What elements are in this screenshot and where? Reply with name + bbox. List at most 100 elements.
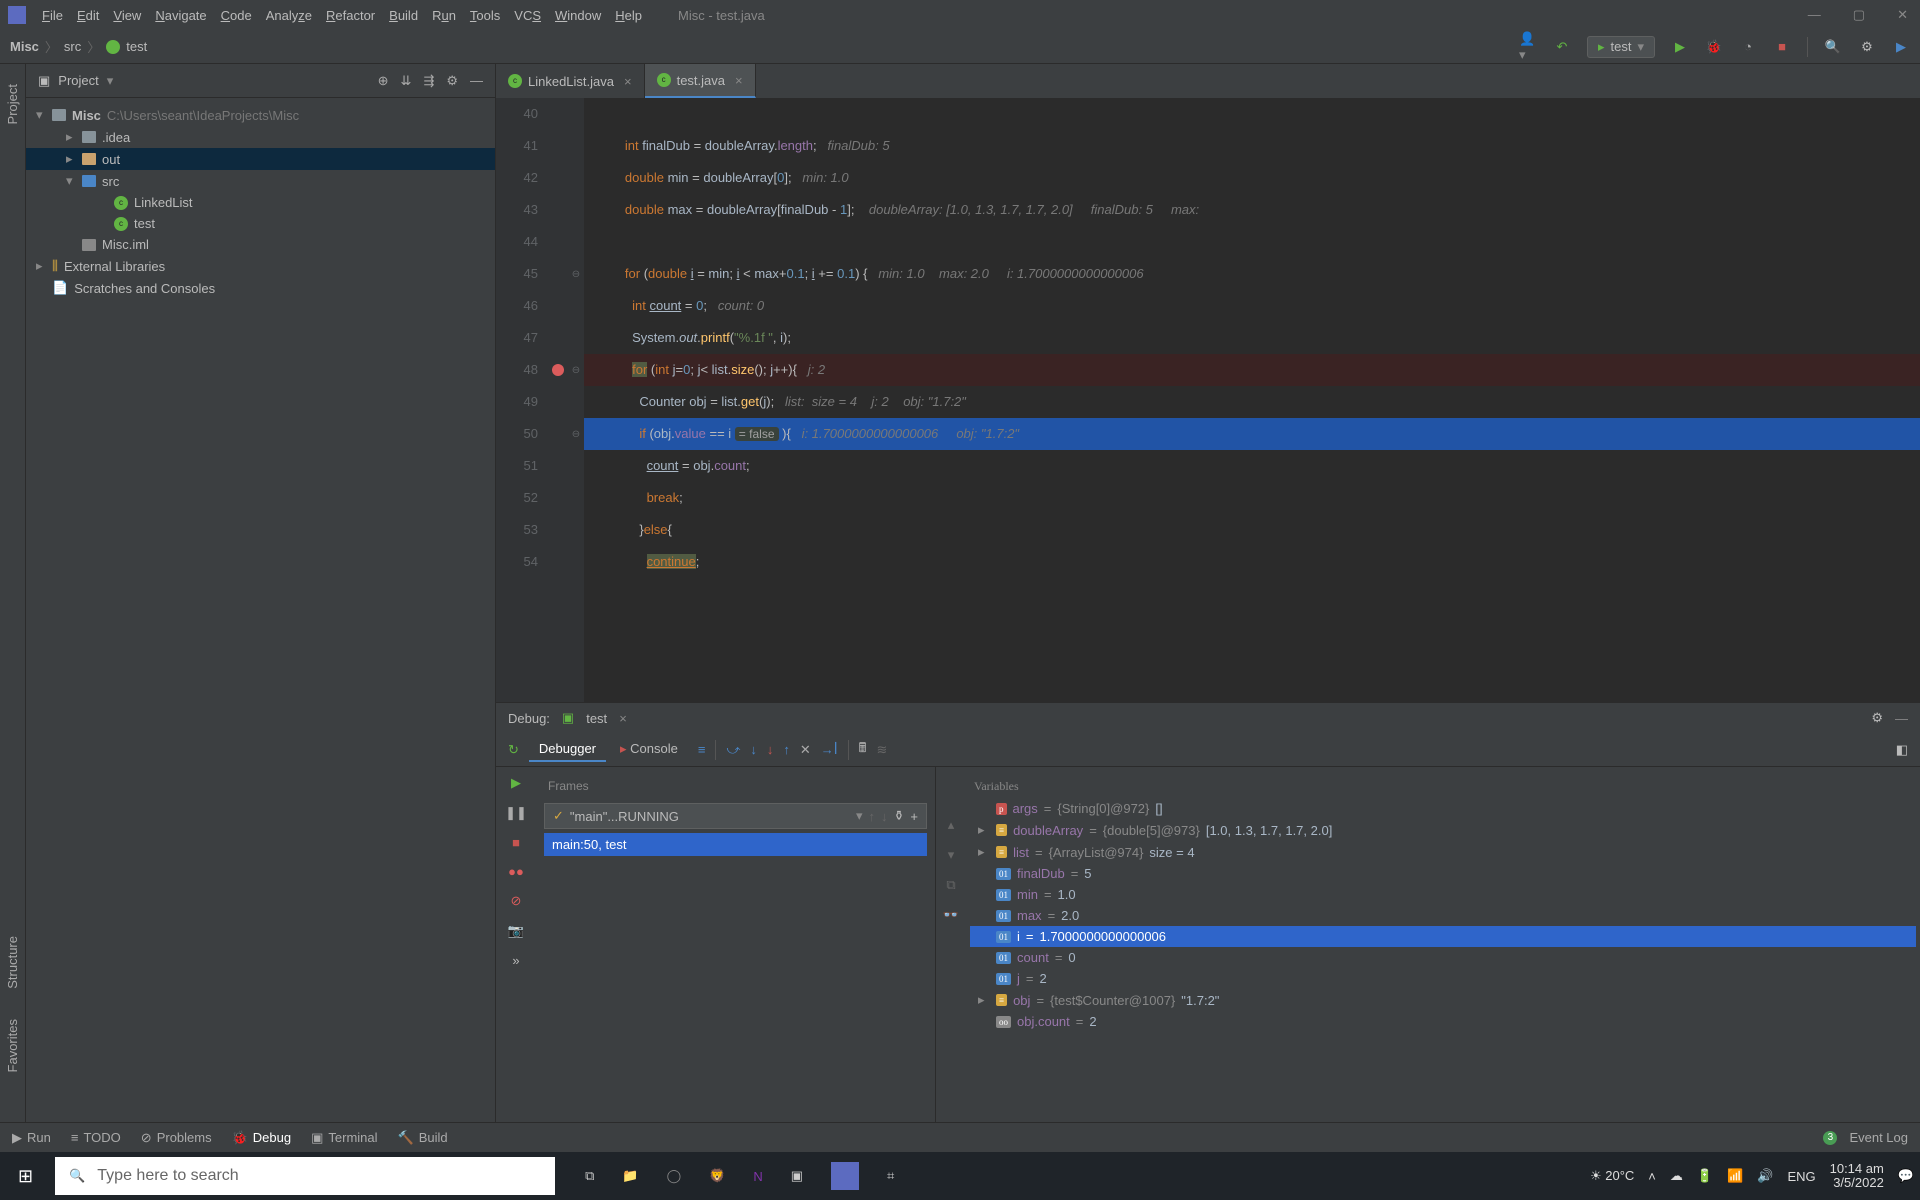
tree-ext-libs[interactable]: ▸⫼External Libraries — [26, 255, 495, 277]
debug-config-name[interactable]: test — [586, 711, 607, 726]
trace-icon[interactable]: ≋ — [876, 742, 887, 758]
close-button[interactable]: ✕ — [1893, 3, 1912, 27]
menu-analyze[interactable]: Analyze — [266, 8, 312, 23]
screenshot-icon[interactable]: 📷 — [508, 923, 524, 939]
var-objcount[interactable]: oo obj.count = 2 — [970, 1011, 1916, 1032]
explorer-icon[interactable]: 📁 — [622, 1168, 638, 1184]
menu-run[interactable]: Run — [432, 8, 456, 23]
intellij-icon[interactable] — [831, 1162, 859, 1190]
minimize-button[interactable]: — — [1804, 3, 1825, 27]
hide-icon[interactable]: — — [470, 73, 483, 89]
favorites-tool-tab[interactable]: Favorites — [5, 1019, 20, 1072]
volume-icon[interactable]: 🔊 — [1757, 1168, 1773, 1184]
var-doublearray[interactable]: ▸≡ doubleArray = {double[5]@973} [1.0, 1… — [970, 819, 1916, 841]
var-i[interactable]: 01 i = 1.7000000000000006 — [970, 926, 1916, 947]
line-gutter[interactable]: 404142434445464748495051525354 — [496, 98, 548, 702]
task-view-icon[interactable]: ⧉ — [585, 1168, 594, 1184]
tree-scratches[interactable]: 📄Scratches and Consoles — [26, 277, 495, 299]
brave-icon[interactable]: 🦁 — [709, 1168, 725, 1184]
breadcrumb-file[interactable]: test — [126, 39, 147, 54]
evaluate-icon[interactable]: 🖩 — [859, 739, 867, 761]
collapse-all-icon[interactable]: ⇶ — [423, 73, 434, 89]
filter-icon[interactable]: ⚱ — [894, 808, 905, 824]
menu-edit[interactable]: Edit — [77, 8, 99, 23]
tray-chevron-icon[interactable]: ˄ — [1648, 1169, 1656, 1184]
drop-frame-icon[interactable]: ✕ — [800, 742, 811, 758]
terminal-icon[interactable]: ▣ — [791, 1168, 803, 1184]
step-out-icon[interactable]: ↑ — [783, 742, 790, 757]
app-icon[interactable]: ⌗ — [887, 1168, 894, 1184]
var-obj[interactable]: ▸≡ obj = {test$Counter@1007} "1.7:2" — [970, 989, 1916, 1011]
more-icon[interactable]: » — [512, 953, 519, 968]
watch-icon[interactable]: 👓 — [943, 907, 959, 923]
todo-tool-tab[interactable]: ≡ TODO — [71, 1130, 121, 1145]
settings-icon[interactable]: ⚙ — [446, 73, 458, 89]
debug-settings-icon[interactable]: ⚙ — [1871, 710, 1883, 726]
copy-icon[interactable]: ⧉ — [946, 877, 955, 893]
debug-close-icon[interactable]: × — [619, 711, 627, 726]
dell-icon[interactable]: ◯ — [667, 1168, 682, 1184]
tree-root[interactable]: ▾ Misc C:\Users\seant\IdeaProjects\Misc — [26, 104, 495, 126]
start-button[interactable]: ⊞ — [6, 1166, 45, 1187]
event-log-tab[interactable]: Event Log — [1849, 1130, 1908, 1145]
run-config-selector[interactable]: ▸ test ▾ — [1587, 36, 1655, 58]
ide-features-icon[interactable]: ▶ — [1892, 38, 1910, 56]
menu-navigate[interactable]: Navigate — [155, 8, 206, 23]
select-opened-icon[interactable]: ⊕ — [378, 73, 389, 89]
tree-iml[interactable]: Misc.iml — [26, 234, 495, 255]
threads-icon[interactable]: ≡ — [698, 742, 706, 757]
onedrive-icon[interactable]: ☁ — [1670, 1168, 1683, 1184]
tree-linkedlist[interactable]: cLinkedList — [26, 192, 495, 213]
tab-test[interactable]: ctest.java× — [645, 64, 756, 98]
var-max[interactable]: 01 max = 2.0 — [970, 905, 1916, 926]
add-icon[interactable]: + — [910, 809, 918, 824]
close-icon[interactable]: × — [624, 74, 632, 89]
search-icon[interactable]: 🔍 — [1824, 38, 1842, 56]
code-editor[interactable]: int finalDub = doubleArray.length; final… — [584, 98, 1920, 702]
wifi-icon[interactable]: 📶 — [1727, 1168, 1743, 1184]
step-into-icon[interactable]: ↓ — [750, 742, 757, 757]
menu-vcs[interactable]: VCS — [514, 8, 541, 23]
mute-breakpoints-icon[interactable]: ⊘ — [511, 893, 522, 909]
weather-widget[interactable]: ☀ 20°C — [1590, 1168, 1634, 1184]
close-icon[interactable]: × — [735, 73, 743, 88]
add-user-icon[interactable]: 👤▾ — [1519, 38, 1537, 56]
frame-row[interactable]: main:50, test — [544, 833, 927, 856]
coverage-button[interactable]: ◔ — [1739, 38, 1757, 56]
onenote-icon[interactable]: N — [753, 1169, 762, 1184]
console-tab[interactable]: ▸ Console — [610, 737, 688, 762]
debug-button[interactable]: 🐞 — [1705, 38, 1723, 56]
breadcrumb-src[interactable]: src — [64, 39, 81, 54]
var-list[interactable]: ▸≡ list = {ArrayList@974} size = 4 — [970, 841, 1916, 863]
settings-icon[interactable]: ⚙ — [1858, 38, 1876, 56]
fold-gutter[interactable]: ⊖⊖⊖ — [568, 98, 584, 702]
structure-tool-tab[interactable]: Structure — [5, 936, 20, 989]
maximize-button[interactable]: ▢ — [1849, 3, 1869, 27]
terminal-tool-tab[interactable]: ▣ Terminal — [311, 1130, 377, 1146]
var-j[interactable]: 01 j = 2 — [970, 968, 1916, 989]
menu-tools[interactable]: Tools — [470, 8, 500, 23]
breakpoint-gutter[interactable] — [548, 98, 568, 702]
rerun-icon[interactable]: ↻ — [508, 742, 519, 758]
view-breakpoints-icon[interactable]: ●● — [508, 864, 524, 879]
resume-icon[interactable]: ▶ — [511, 775, 521, 791]
menu-code[interactable]: Code — [221, 8, 252, 23]
menu-help[interactable]: Help — [615, 8, 642, 23]
menu-refactor[interactable]: Refactor — [326, 8, 375, 23]
debugger-tab[interactable]: Debugger — [529, 737, 606, 762]
stop-icon[interactable]: ■ — [512, 835, 520, 850]
language-indicator[interactable]: ENG — [1787, 1169, 1815, 1184]
problems-tool-tab[interactable]: ⊘ Problems — [141, 1130, 212, 1146]
var-finaldub[interactable]: 01 finalDub = 5 — [970, 863, 1916, 884]
menu-build[interactable]: Build — [389, 8, 418, 23]
tree-idea[interactable]: ▸.idea — [26, 126, 495, 148]
var-min[interactable]: 01 min = 1.0 — [970, 884, 1916, 905]
debug-hide-icon[interactable]: — — [1895, 711, 1908, 726]
expand-all-icon[interactable]: ⇊ — [401, 73, 412, 89]
notifications-icon[interactable]: 💬 — [1898, 1168, 1914, 1184]
thread-selector[interactable]: ✓ "main"...RUNNING ▾ ↑↓ ⚱ + — [544, 803, 927, 829]
run-to-cursor-icon[interactable]: →ꟾ — [821, 742, 838, 758]
stop-button[interactable]: ■ — [1773, 38, 1791, 56]
pause-icon[interactable]: ❚❚ — [505, 805, 527, 821]
debug-tool-tab[interactable]: 🐞 Debug — [232, 1130, 292, 1146]
